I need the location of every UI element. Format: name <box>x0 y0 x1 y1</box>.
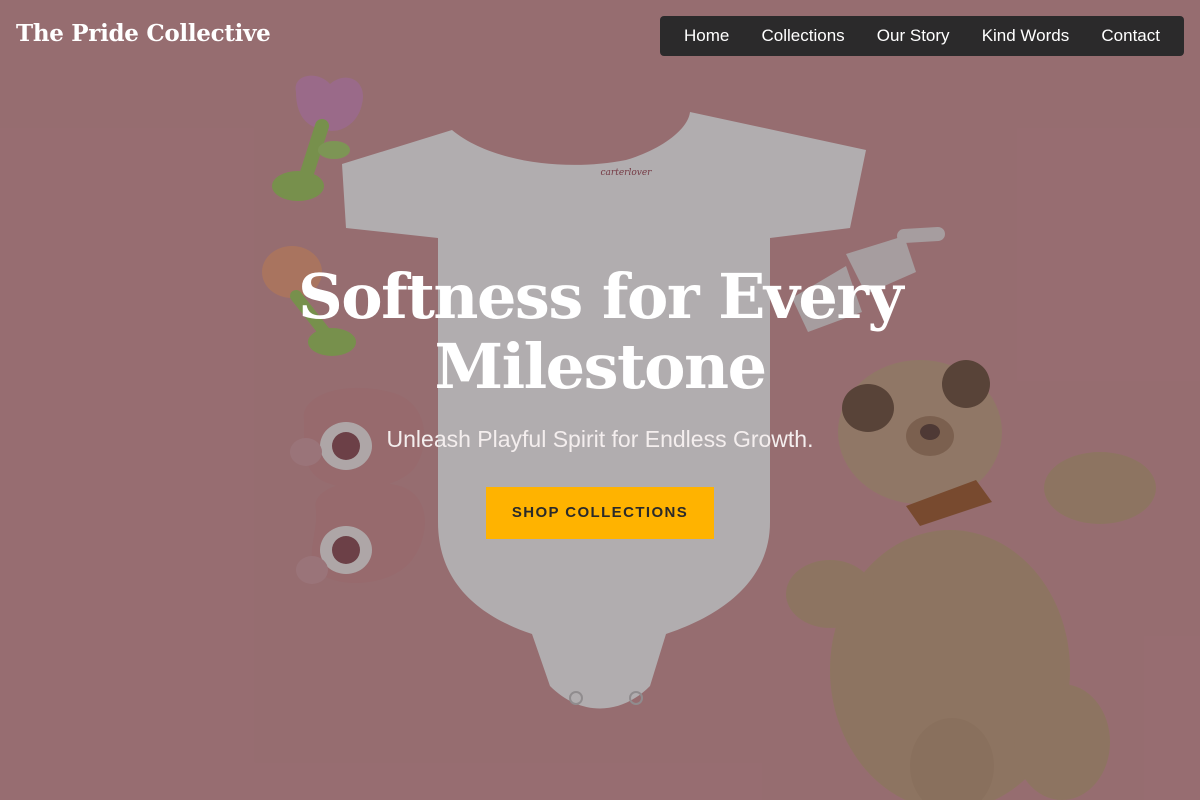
nav-kind-words[interactable]: Kind Words <box>982 26 1070 46</box>
brand-logo[interactable]: The Pride Collective <box>16 20 271 47</box>
nav-home[interactable]: Home <box>684 26 729 46</box>
nav-our-story[interactable]: Our Story <box>877 26 950 46</box>
shop-collections-button[interactable]: SHOP COLLECTIONS <box>486 487 714 539</box>
main-nav: Home Collections Our Story Kind Words Co… <box>660 16 1184 56</box>
nav-collections[interactable]: Collections <box>762 26 845 46</box>
hero-section: carterlover The Pride Collective Home Co… <box>0 0 1200 800</box>
nav-contact[interactable]: Contact <box>1101 26 1160 46</box>
hero-title: Softness for Every Milestone <box>297 260 904 403</box>
hero-content: Softness for Every Milestone Unleash Pla… <box>0 262 1200 539</box>
hero-subtitle: Unleash Playful Spirit for Endless Growt… <box>386 426 814 452</box>
